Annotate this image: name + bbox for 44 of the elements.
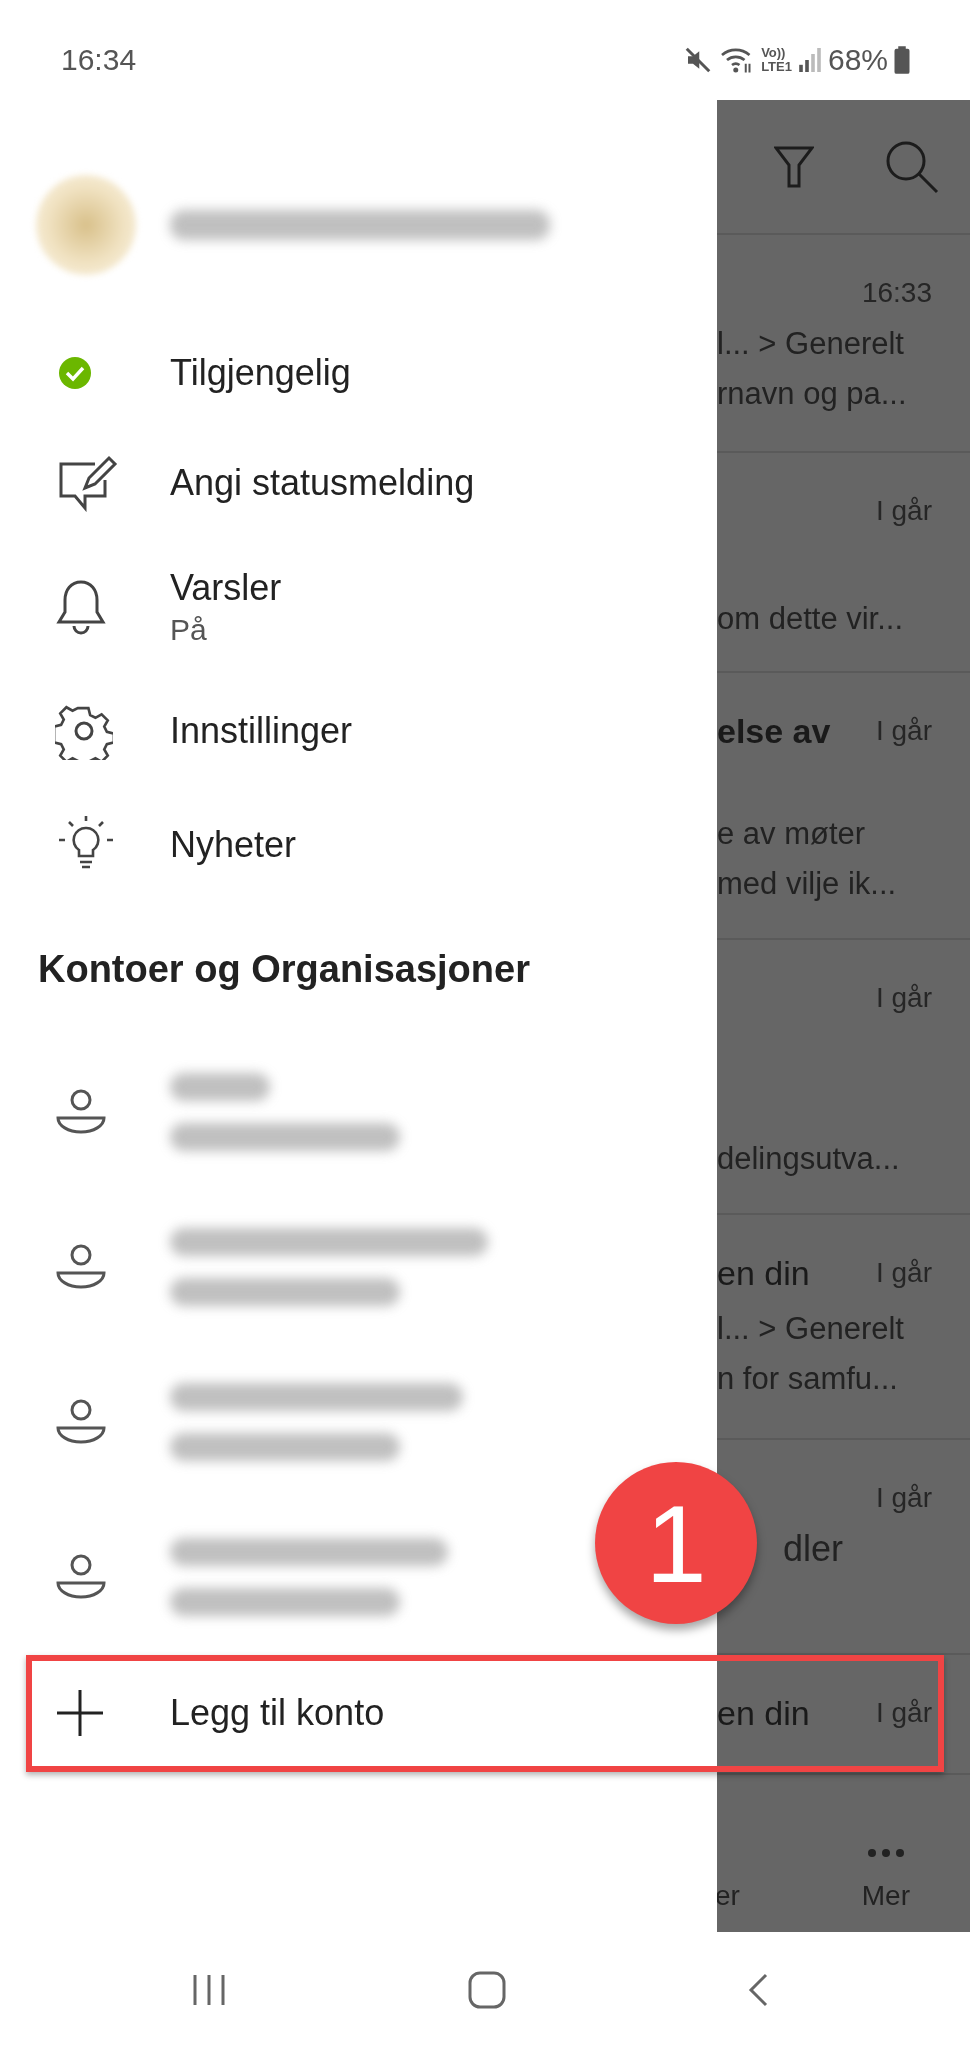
message-time: I går: [875, 1482, 932, 1514]
message-subject: en din: [717, 1693, 810, 1733]
nav-tab[interactable]: er: [717, 1880, 740, 1912]
menu-label: Varsler: [170, 567, 282, 609]
message-time: 16:33: [861, 277, 932, 309]
message-preview: dler: [782, 1527, 845, 1571]
message-preview: rnavn og pa...: [717, 375, 908, 413]
recent-apps-icon[interactable]: [191, 1973, 227, 2007]
step-badge: 1: [595, 1462, 757, 1624]
more-icon: [865, 1848, 906, 1858]
message-preview: med vilje ik...: [717, 865, 898, 903]
back-icon[interactable]: [746, 1972, 770, 2008]
menu-sublabel: På: [170, 613, 208, 647]
message-preview: l... > Generelt: [717, 1310, 905, 1348]
network-label: LTE1: [761, 60, 792, 74]
home-icon[interactable]: [466, 1970, 507, 2010]
status-time: 16:34: [61, 43, 137, 77]
filter-icon: [774, 144, 814, 189]
dimmed-overlay[interactable]: 16:33 l... > Generelt rnavn og pa... I går om dette vir... else av I går e av møter med vilje ik... I går delingsutva... en din I går l... > Generelt n for samfu... I går dler en din I går er Mer: [717, 100, 970, 1932]
plus-icon: [55, 1688, 105, 1738]
message-time: I går: [875, 495, 932, 527]
bell-icon: [55, 578, 107, 636]
menu-label: Innstillinger: [170, 710, 353, 752]
battery-icon: [894, 45, 910, 75]
message-preview: delingsutva...: [717, 1140, 901, 1178]
message-preview: e av møter: [717, 815, 867, 853]
section-heading: Kontoer og Organisasjoner: [37, 946, 531, 992]
message-preview: n for samfu...: [717, 1360, 899, 1398]
message-subject: else av: [717, 711, 831, 751]
battery-percent: 68%: [827, 43, 888, 77]
message-preview: om dette vir...: [717, 600, 905, 638]
message-time: I går: [875, 982, 932, 1014]
menu-label: Nyheter: [170, 824, 297, 866]
signal-icon: [797, 45, 822, 75]
menu-label: Legg til konto: [170, 1692, 385, 1734]
menu-label: Angi statusmelding: [170, 462, 475, 504]
message-subject: en din: [717, 1253, 810, 1293]
menu-label: Tilgjengelig: [170, 352, 351, 394]
nav-tab[interactable]: Mer: [861, 1848, 910, 1912]
message-time: I går: [875, 1697, 932, 1729]
message-preview: l... > Generelt: [717, 325, 905, 363]
network-label: Vo)): [761, 46, 787, 60]
message-time: I går: [875, 715, 932, 747]
message-time: I går: [875, 1257, 932, 1289]
